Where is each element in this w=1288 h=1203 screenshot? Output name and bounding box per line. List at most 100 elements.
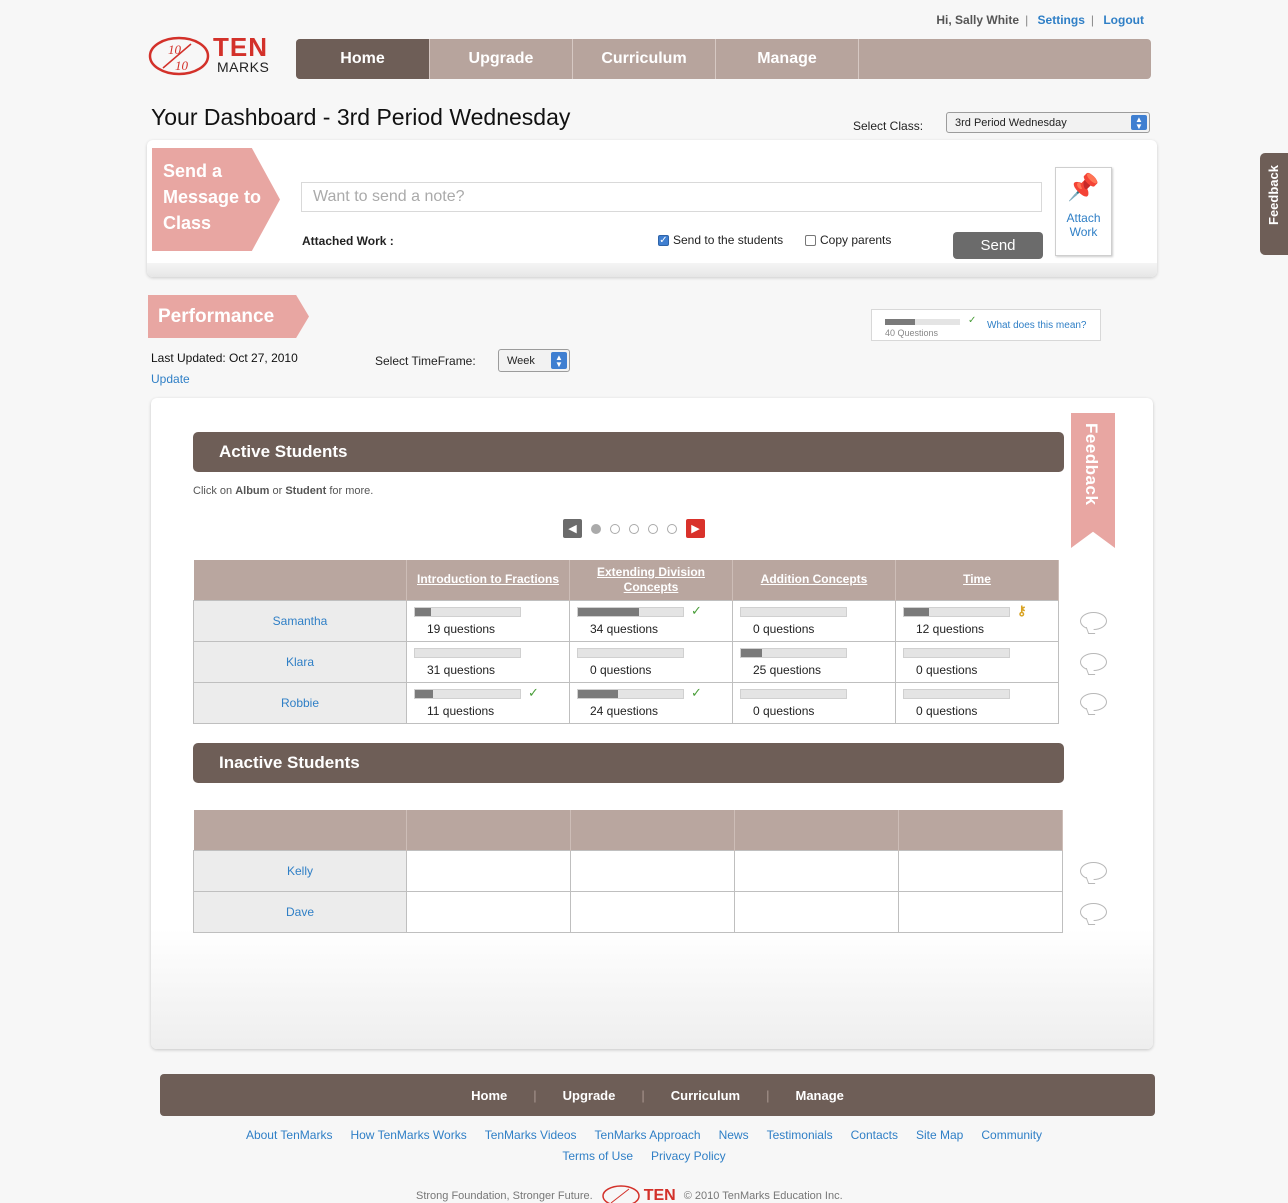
footer-link[interactable]: TenMarks Approach <box>595 1128 701 1142</box>
progress-bar <box>740 689 847 699</box>
progress-bar <box>414 607 521 617</box>
update-link[interactable]: Update <box>151 372 190 386</box>
empty-cell <box>570 890 735 933</box>
progress-fill <box>578 608 639 616</box>
footer-curriculum-link[interactable]: Curriculum <box>645 1088 766 1103</box>
progress-cell[interactable]: 11 questions ✓ <box>406 681 570 724</box>
student-name-cell[interactable]: Samantha <box>193 599 407 642</box>
column-header[interactable]: Addition Concepts <box>732 560 896 600</box>
pager-dot[interactable] <box>667 523 677 534</box>
timeframe-dropdown[interactable]: Week ▲ ▼ <box>498 349 570 372</box>
active-students-table: Introduction to Fractions Extending Divi… <box>193 560 1059 724</box>
footer-links: About TenMarks How TenMarks Works TenMarks… <box>0 1128 1288 1142</box>
column-header[interactable]: Time <box>895 560 1059 600</box>
footer-link[interactable]: Community <box>981 1128 1042 1142</box>
progress-fill <box>741 649 762 657</box>
column-header[interactable]: Introduction to Fractions <box>406 560 570 600</box>
progress-cell[interactable]: 31 questions <box>406 640 570 683</box>
side-feedback-tab[interactable]: Feedback <box>1260 153 1288 255</box>
pager-dot[interactable] <box>610 523 620 534</box>
student-name-cell[interactable]: Dave <box>193 890 407 933</box>
student-name-link[interactable]: Klara <box>286 655 314 669</box>
question-count: 34 questions <box>590 622 659 636</box>
prev-page-button[interactable]: ◀ <box>563 519 582 538</box>
select-class-label: Select Class: <box>853 119 924 133</box>
note-input[interactable] <box>301 182 1042 212</box>
table-row: Kelly <box>193 849 1063 892</box>
student-name-link[interactable]: Robbie <box>281 696 319 710</box>
send-button[interactable]: Send <box>953 232 1043 259</box>
pager-dot[interactable] <box>648 523 658 534</box>
footer-manage-link[interactable]: Manage <box>769 1088 869 1103</box>
footer-link[interactable]: Site Map <box>916 1128 963 1142</box>
tab-upgrade[interactable]: Upgrade <box>430 39 573 79</box>
progress-cell[interactable]: 19 questions <box>406 599 570 642</box>
send-students-label: Send to the students <box>673 233 784 247</box>
next-page-button[interactable]: ▶ <box>686 519 705 538</box>
logout-link[interactable]: Logout <box>1103 13 1144 27</box>
settings-link[interactable]: Settings <box>1038 13 1085 27</box>
comment-bubble-icon[interactable] <box>1080 903 1107 921</box>
footer-legal-link[interactable]: Terms of Use <box>562 1149 633 1163</box>
timeframe-value: Week <box>507 354 535 367</box>
question-count: 24 questions <box>590 704 659 718</box>
student-name-link[interactable]: Samantha <box>273 614 328 628</box>
student-name-cell[interactable]: Klara <box>193 640 407 683</box>
footer-home-link[interactable]: Home <box>445 1088 533 1103</box>
header-blank <box>734 810 899 850</box>
header-blank <box>898 810 1063 850</box>
attach-work-button[interactable]: 📌 Attach Work <box>1055 167 1112 256</box>
footer-legal-link[interactable]: Privacy Policy <box>651 1149 726 1163</box>
question-count: 12 questions <box>916 622 985 636</box>
progress-cell[interactable]: 12 questions ⚷ <box>895 599 1059 642</box>
pager-dot[interactable] <box>629 523 639 534</box>
student-name-cell[interactable]: Robbie <box>193 681 407 724</box>
column-header[interactable]: Extending Division Concepts <box>569 560 733 600</box>
tab-manage[interactable]: Manage <box>716 39 859 79</box>
footer-logo: TEN <box>601 1184 676 1203</box>
tab-curriculum[interactable]: Curriculum <box>573 39 716 79</box>
progress-cell[interactable]: 25 questions <box>732 640 896 683</box>
tab-home[interactable]: Home <box>296 39 430 79</box>
last-updated: Last Updated: Oct 27, 2010 <box>151 351 298 365</box>
comment-bubble-icon[interactable] <box>1080 862 1107 880</box>
progress-cell[interactable]: 0 questions <box>895 681 1059 724</box>
footer-link[interactable]: TenMarks Videos <box>485 1128 577 1142</box>
what-does-this-mean-link[interactable]: What does this mean? <box>987 320 1087 331</box>
comment-bubble-icon[interactable] <box>1080 653 1107 671</box>
feedback-flag[interactable]: Feedback <box>1071 413 1115 548</box>
comment-bubble-icon[interactable] <box>1080 693 1107 711</box>
progress-cell[interactable]: 34 questions ✓ <box>569 599 733 642</box>
student-name-cell[interactable]: Kelly <box>193 849 407 892</box>
footer-link[interactable]: How TenMarks Works <box>350 1128 466 1142</box>
progress-cell[interactable]: 0 questions <box>732 599 896 642</box>
progress-cell[interactable]: 0 questions <box>895 640 1059 683</box>
copyright: © 2010 TenMarks Education Inc. <box>683 1190 843 1202</box>
footer-link[interactable]: News <box>719 1128 749 1142</box>
progress-cell[interactable]: 24 questions ✓ <box>569 681 733 724</box>
footer-link[interactable]: Contacts <box>851 1128 898 1142</box>
copy-parents-checkbox[interactable]: Copy parents <box>805 233 891 247</box>
comment-bubble-icon[interactable] <box>1080 612 1107 630</box>
footer-upgrade-link[interactable]: Upgrade <box>537 1088 642 1103</box>
pager-dot[interactable] <box>591 523 601 534</box>
send-students-checkbox[interactable]: ✓ Send to the students <box>658 233 783 247</box>
pushpin-icon: 📌 <box>1067 172 1100 202</box>
progress-cell[interactable]: 0 questions <box>569 640 733 683</box>
select-class-dropdown[interactable]: 3rd Period Wednesday ▲ ▼ <box>946 112 1150 133</box>
tenmarks-logo[interactable]: 10 10 TEN MARKS <box>147 30 282 80</box>
greeting: Hi, Sally White <box>936 13 1020 27</box>
header-blank <box>406 810 571 850</box>
student-name-link[interactable]: Dave <box>286 905 314 919</box>
progress-bar <box>414 689 521 699</box>
question-count: 11 questions <box>427 704 495 718</box>
student-name-link[interactable]: Kelly <box>287 864 313 878</box>
progress-cell[interactable]: 0 questions <box>732 681 896 724</box>
performance-banner: Performance <box>148 295 309 338</box>
footer-logo-ten: TEN <box>643 1187 676 1203</box>
progress-bar <box>577 648 684 658</box>
feedback-flag-label: Feedback <box>1082 423 1101 506</box>
footer-link[interactable]: Testimonials <box>767 1128 833 1142</box>
footer-link[interactable]: About TenMarks <box>246 1128 333 1142</box>
svg-text:10: 10 <box>175 58 189 73</box>
